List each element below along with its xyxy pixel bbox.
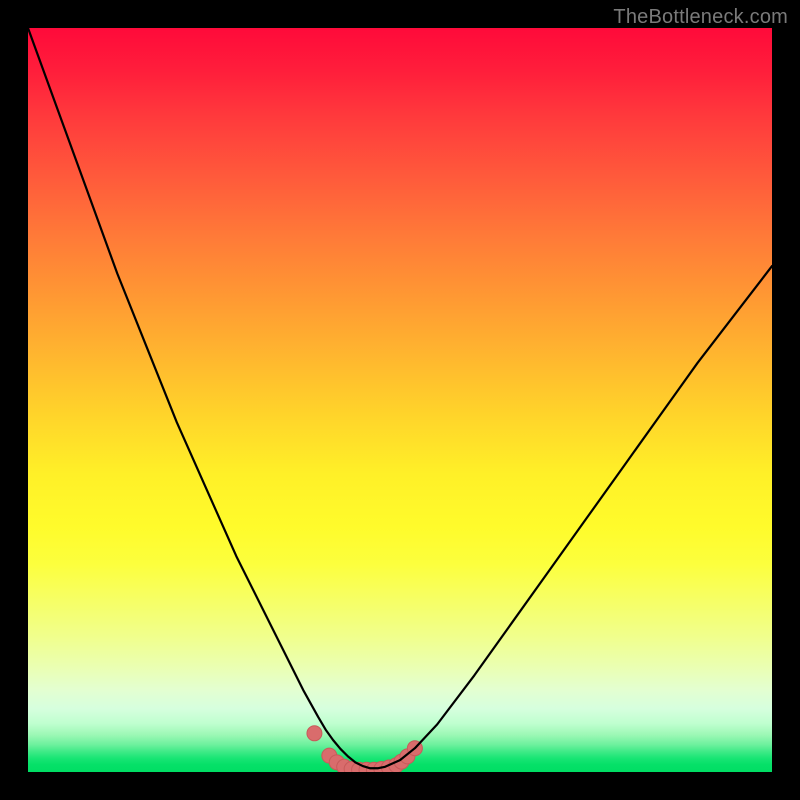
plot-area [28,28,772,772]
watermark-text: TheBottleneck.com [613,6,788,29]
bottleneck-curve [28,28,772,768]
chart-frame: TheBottleneck.com line [0,0,800,800]
chart-type-label: line [0,0,1,1]
marker-group [307,726,422,772]
chart-svg [28,28,772,772]
floor-marker [307,726,322,741]
